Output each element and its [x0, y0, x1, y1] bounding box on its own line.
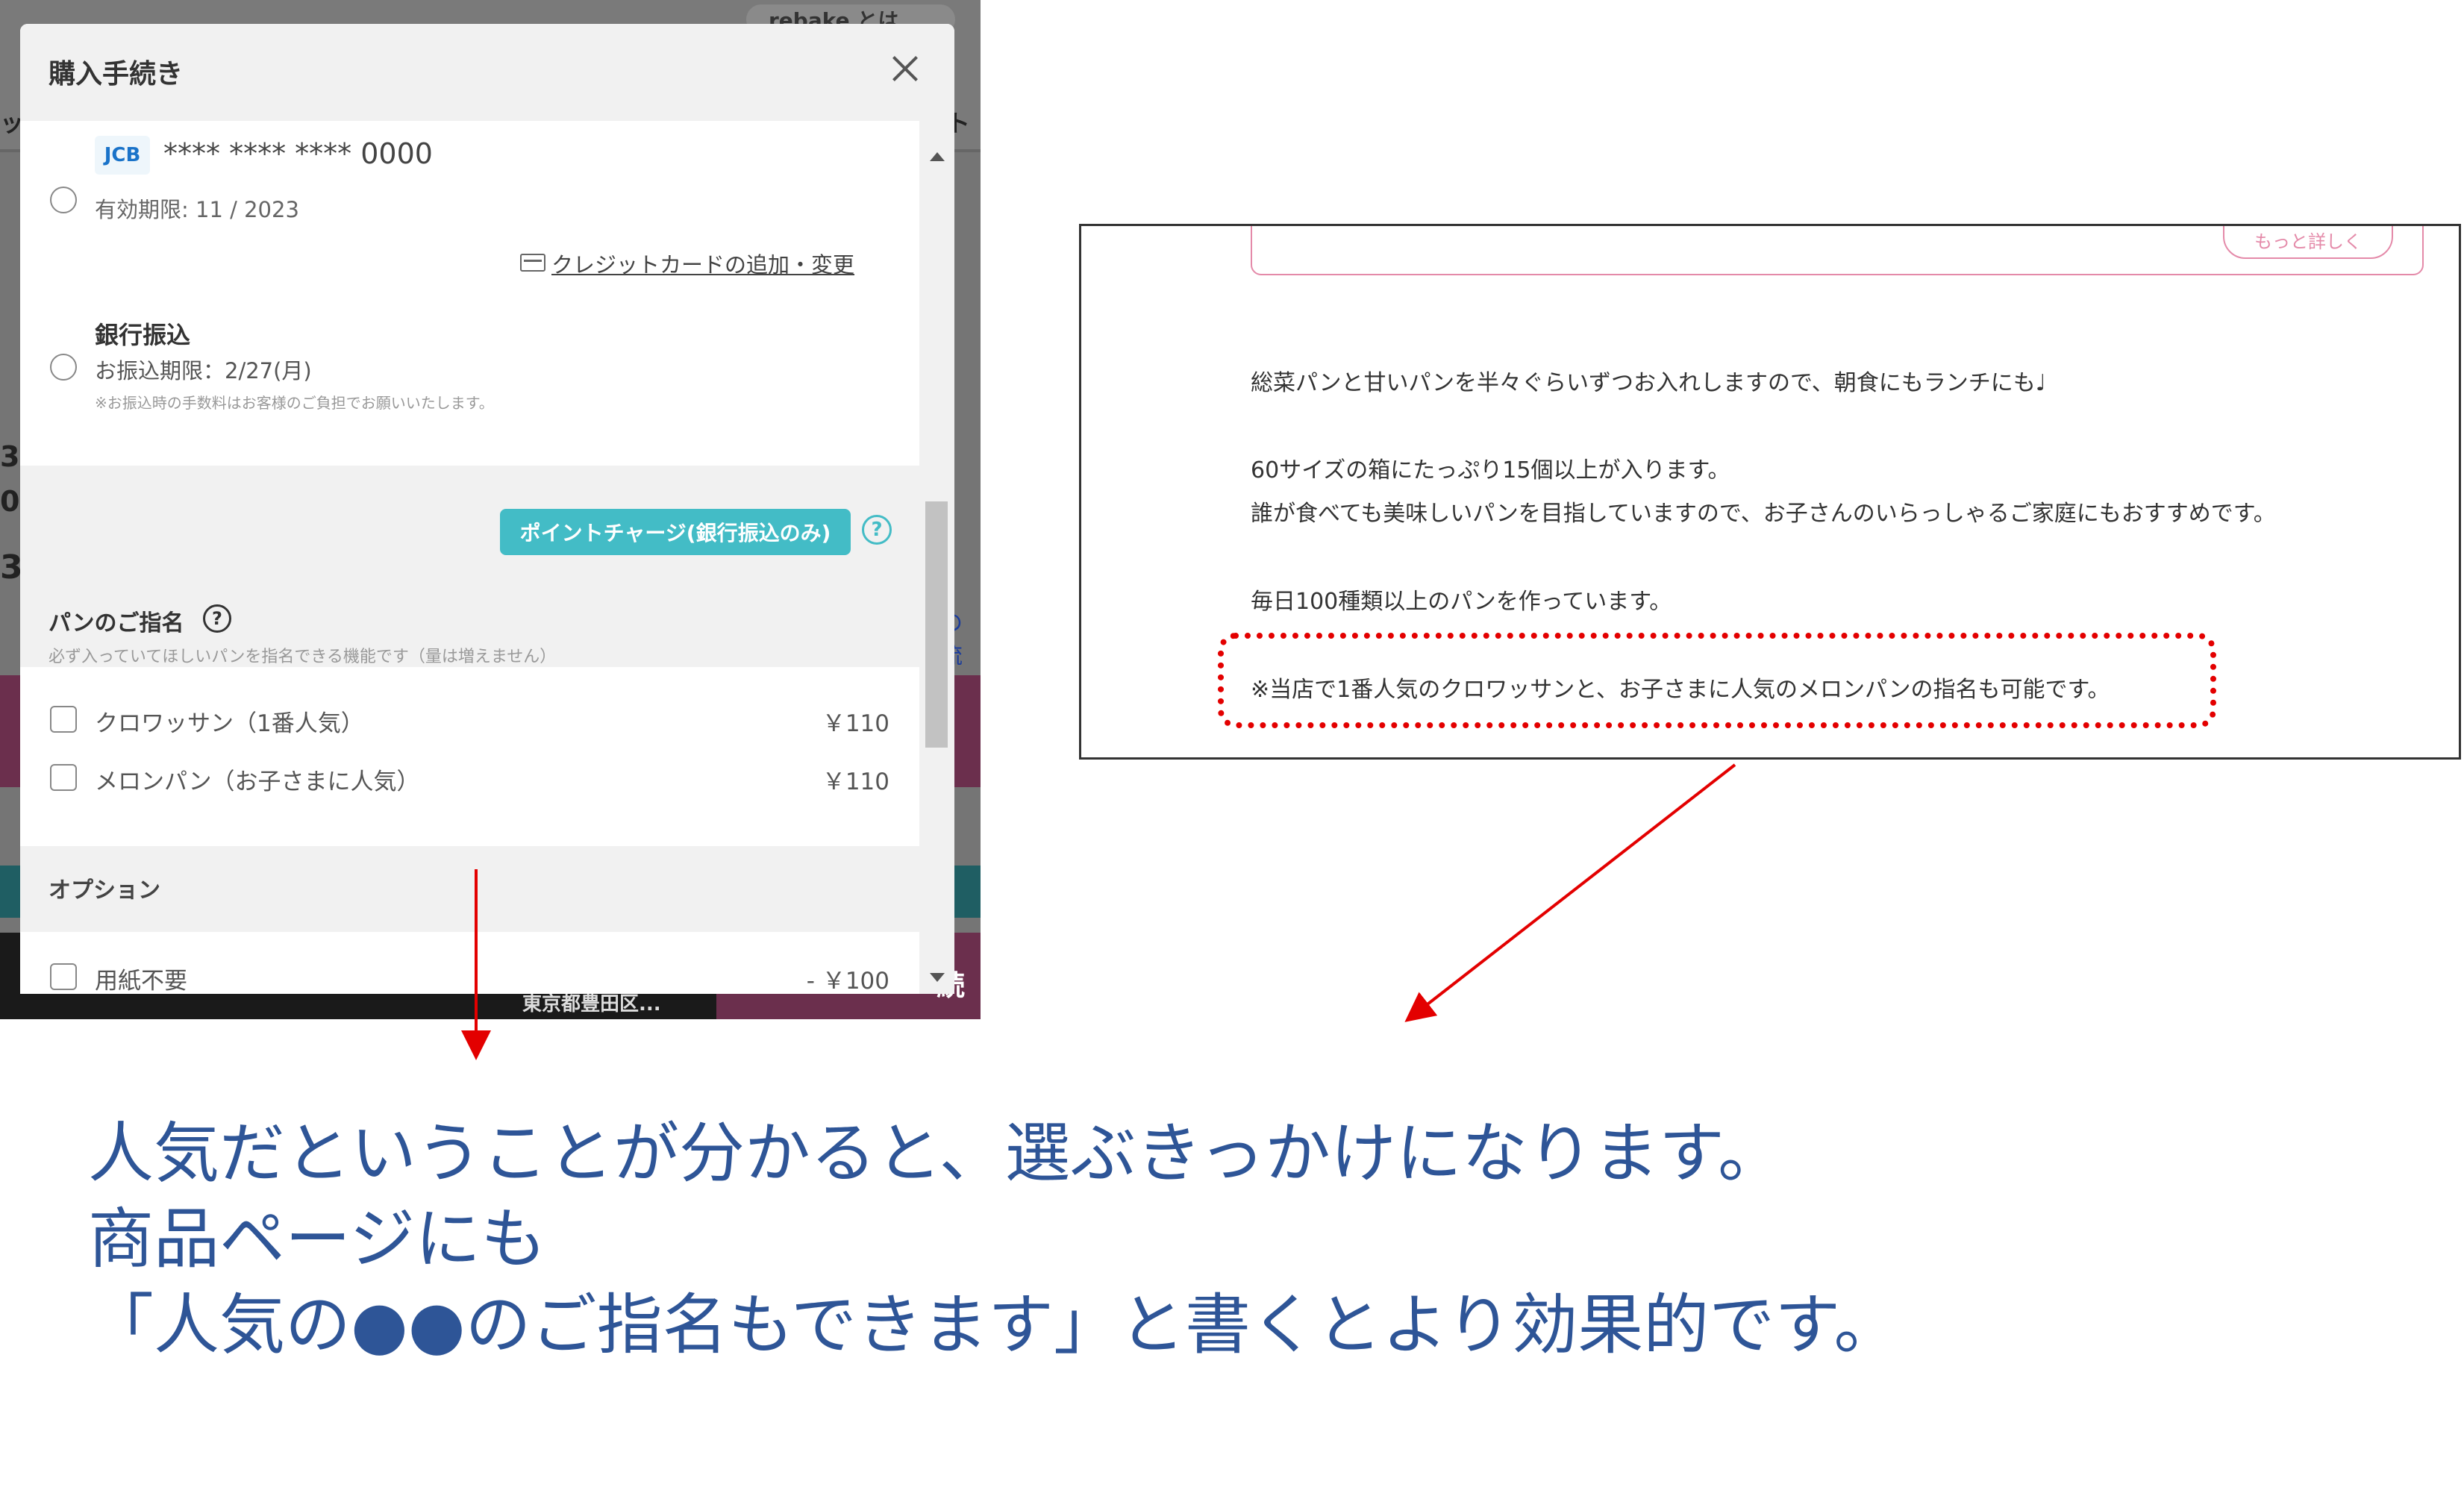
- caption-line: 人気だということが分かると、選ぶきっかけになります。: [88, 1115, 1784, 1192]
- arrow-right: [1404, 763, 1736, 1022]
- caption-line: 「人気の●●のご指名もできます」と書くとより効果的です。: [88, 1286, 1900, 1363]
- caption-line: 商品ページにも: [88, 1201, 547, 1277]
